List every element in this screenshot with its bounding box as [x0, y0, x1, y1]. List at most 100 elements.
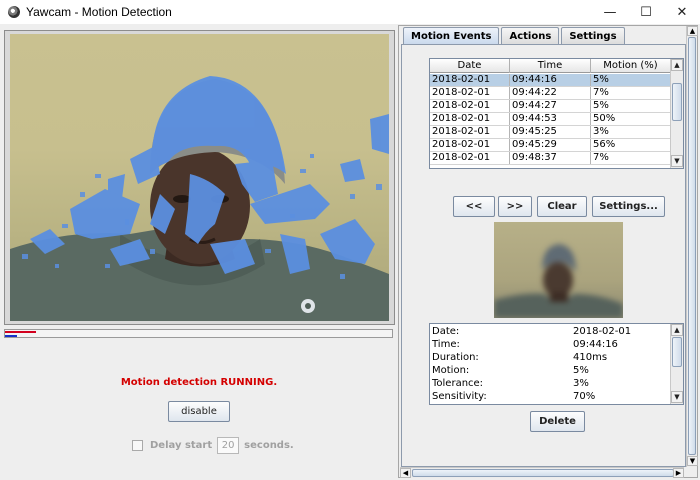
table-header: Date Time Motion (%): [430, 59, 671, 73]
webcam-video-feed: [10, 34, 389, 321]
detail-value: 2018-02-01: [573, 326, 632, 337]
column-header-time[interactable]: Time: [510, 59, 591, 73]
webcam-app-icon: [8, 6, 20, 18]
detail-value: 410ms: [573, 352, 608, 363]
cell-motion: 5%: [591, 100, 671, 112]
cell-motion: 7%: [591, 87, 671, 99]
cell-motion: 56%: [591, 139, 671, 151]
snapshot-picture: [494, 244, 623, 318]
table-row[interactable]: 2018-02-01 09:48:37 7%: [430, 152, 671, 165]
table-row[interactable]: 2018-02-01 09:44:16 5%: [430, 74, 671, 87]
detail-row-tolerance: Tolerance: 3%: [432, 378, 672, 390]
table-rows: 2018-02-01 09:44:16 5% 2018-02-01 09:44:…: [430, 74, 671, 165]
cell-time: 09:44:53: [510, 113, 591, 125]
scroll-left-icon[interactable]: ◀: [400, 468, 411, 478]
motion-level-bar: [5, 331, 36, 333]
table-row[interactable]: 2018-02-01 09:44:22 7%: [430, 87, 671, 100]
webcam-scene-image: [10, 76, 389, 321]
tab-bar: Motion Events Actions Settings: [403, 27, 627, 45]
previous-event-button[interactable]: <<: [453, 196, 495, 217]
clear-button[interactable]: Clear: [537, 196, 587, 217]
detail-row-duration: Duration: 410ms: [432, 352, 672, 364]
tab-actions[interactable]: Actions: [501, 27, 560, 44]
details-scrollbar[interactable]: ▲ ▼: [670, 324, 683, 404]
cell-motion: 50%: [591, 113, 671, 125]
cell-date: 2018-02-01: [430, 113, 510, 125]
delay-seconds-input[interactable]: 20: [217, 437, 240, 454]
close-button[interactable]: ✕: [664, 0, 700, 24]
cell-time: 09:45:25: [510, 126, 591, 138]
detail-row-date: Date: 2018-02-01: [432, 326, 672, 338]
detail-label: Duration:: [432, 352, 479, 363]
detail-value: 5%: [573, 365, 589, 376]
motion-status-text: Motion detection RUNNING.: [120, 377, 278, 388]
detail-value: 09:44:16: [573, 339, 618, 350]
scroll-up-icon[interactable]: ▲: [671, 324, 683, 336]
scroll-down-icon[interactable]: ▼: [687, 456, 698, 466]
delete-button[interactable]: Delete: [530, 411, 585, 432]
detail-label: Date:: [432, 326, 460, 337]
cell-date: 2018-02-01: [430, 74, 510, 86]
table-scroll-thumb[interactable]: [672, 83, 682, 121]
cell-date: 2018-02-01: [430, 152, 510, 164]
cell-date: 2018-02-01: [430, 139, 510, 151]
motion-events-panel: Date Time Motion (%) 2018-02-01 09:44:16…: [401, 44, 686, 467]
detail-label: Motion:: [432, 365, 470, 376]
app-window: Yawcam - Motion Detection — ☐ ✕ Motion d…: [0, 0, 700, 480]
minimize-button[interactable]: —: [592, 0, 628, 24]
cell-time: 09:44:27: [510, 100, 591, 112]
table-row[interactable]: 2018-02-01 09:45:29 56%: [430, 139, 671, 152]
column-header-date[interactable]: Date: [430, 59, 510, 73]
panel-scroll-thumb[interactable]: [688, 37, 696, 455]
cell-date: 2018-02-01: [430, 100, 510, 112]
detail-label: Tolerance:: [432, 378, 484, 389]
cell-date: 2018-02-01: [430, 87, 510, 99]
window-title: Yawcam - Motion Detection: [26, 5, 172, 19]
delay-start-checkbox[interactable]: [132, 440, 143, 451]
details-scroll-thumb[interactable]: [672, 337, 682, 367]
threshold-level-bar: [5, 335, 17, 337]
cell-date: 2018-02-01: [430, 126, 510, 138]
table-row[interactable]: 2018-02-01 09:45:25 3%: [430, 126, 671, 139]
seconds-label: seconds.: [244, 440, 294, 451]
detail-label: Time:: [432, 339, 460, 350]
next-event-button[interactable]: >>: [498, 196, 532, 217]
scroll-up-icon[interactable]: ▲: [687, 26, 698, 36]
event-details-panel: Date: 2018-02-01 Time: 09:44:16 Duration…: [429, 323, 684, 405]
scroll-right-icon[interactable]: ▶: [673, 468, 684, 478]
video-preview-frame: [4, 30, 395, 325]
table-scrollbar[interactable]: ▲ ▼: [670, 59, 683, 168]
panel-vertical-scrollbar[interactable]: ▲ ▼: [686, 26, 698, 467]
scroll-down-icon[interactable]: ▼: [671, 391, 683, 403]
tab-motion-events[interactable]: Motion Events: [403, 27, 500, 45]
table-row[interactable]: 2018-02-01 09:44:27 5%: [430, 100, 671, 113]
detail-value: 70%: [573, 391, 596, 402]
cell-time: 09:44:16: [510, 74, 591, 86]
title-bar: Yawcam - Motion Detection — ☐ ✕: [0, 0, 700, 24]
scroll-up-icon[interactable]: ▲: [671, 59, 683, 71]
cell-motion: 5%: [591, 74, 671, 86]
cell-time: 09:48:37: [510, 152, 591, 164]
column-header-motion[interactable]: Motion (%): [591, 59, 671, 73]
horizontal-scroll-thumb[interactable]: [412, 469, 674, 477]
detail-row-sensitivity: Sensitivity: 70%: [432, 391, 672, 403]
motion-events-table: Date Time Motion (%) 2018-02-01 09:44:16…: [429, 58, 684, 169]
settings-button[interactable]: Settings...: [592, 196, 665, 217]
table-row[interactable]: 2018-02-01 09:44:53 50%: [430, 113, 671, 126]
scroll-down-icon[interactable]: ▼: [671, 155, 683, 167]
tab-settings[interactable]: Settings: [561, 27, 625, 44]
detail-row-time: Time: 09:44:16: [432, 339, 672, 351]
panel-horizontal-scrollbar[interactable]: ◀ ▶: [400, 467, 684, 478]
detail-label: Sensitivity:: [432, 391, 487, 402]
detail-value: 3%: [573, 378, 589, 389]
right-panel: Motion Events Actions Settings Date Time…: [398, 25, 698, 478]
cell-motion: 7%: [591, 152, 671, 164]
maximize-button[interactable]: ☐: [628, 0, 664, 24]
event-snapshot-image: [494, 222, 623, 318]
delay-start-row: Delay start 20 seconds.: [132, 437, 294, 454]
detail-row-motion: Motion: 5%: [432, 365, 672, 377]
cell-time: 09:44:22: [510, 87, 591, 99]
cell-time: 09:45:29: [510, 139, 591, 151]
disable-button[interactable]: disable: [168, 401, 230, 422]
delay-start-label: Delay start: [150, 440, 213, 451]
